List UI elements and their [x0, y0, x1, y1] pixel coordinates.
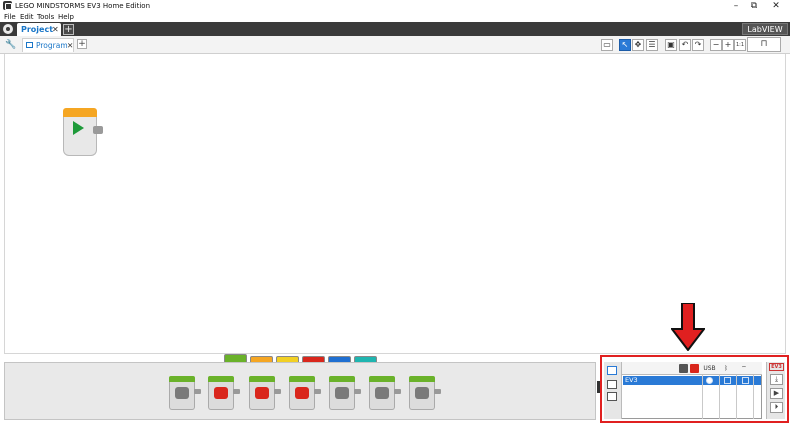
move-tank-icon — [295, 387, 309, 399]
window-title: LEGO MINDSTORMS EV3 Home Edition — [15, 2, 151, 10]
menu-bar: File Edit Tools Help — [0, 12, 790, 22]
palette-block-sound[interactable] — [369, 376, 401, 410]
minimize-button[interactable]: – — [726, 0, 746, 12]
program-tab-label: Program — [36, 41, 68, 50]
project-bar: Project ✕ + — [0, 22, 790, 36]
close-project-icon[interactable]: ✕ — [52, 23, 59, 36]
menu-edit[interactable]: Edit — [20, 12, 34, 22]
gear-icon[interactable] — [3, 24, 13, 34]
start-block[interactable] — [63, 108, 103, 156]
title-bar: LEGO MINDSTORMS EV3 Home Edition – ⧉ ✕ — [0, 0, 790, 12]
redo-icon[interactable]: ↷ — [692, 39, 704, 51]
start-block-header — [63, 108, 97, 117]
app-icon — [3, 1, 12, 10]
undo-icon[interactable]: ↶ — [679, 39, 691, 51]
palette-block-medium-motor[interactable] — [169, 376, 201, 410]
medium-motor-icon — [175, 387, 189, 399]
palette-block-move-steering[interactable] — [249, 376, 281, 410]
program-icon — [26, 42, 33, 48]
content-editor-icon[interactable]: ⊓ — [747, 37, 781, 52]
add-program-button[interactable]: + — [77, 39, 87, 49]
close-window-button[interactable]: ✕ — [766, 0, 786, 12]
close-program-icon[interactable]: ✕ — [67, 39, 73, 53]
move-steering-icon — [255, 387, 269, 399]
display-icon — [335, 387, 349, 399]
programming-canvas[interactable] — [4, 54, 786, 354]
tab-program[interactable]: Program ✕ — [22, 38, 74, 52]
red-arrow-annotation — [671, 303, 705, 351]
sequence-plug-icon[interactable] — [93, 126, 103, 134]
hardware-page-highlight — [600, 355, 789, 423]
tab-project[interactable]: Project ✕ — [17, 23, 61, 36]
zoom-reset-button[interactable]: 1:1 — [734, 39, 746, 51]
add-project-button[interactable]: + — [63, 24, 74, 35]
project-tab-label: Project — [21, 25, 54, 34]
save-icon[interactable]: ▣ — [665, 39, 677, 51]
menu-tools[interactable]: Tools — [37, 12, 54, 22]
brick-status-light-icon — [415, 387, 429, 399]
labview-logo: LabVIEW — [742, 23, 788, 35]
play-icon — [73, 121, 84, 135]
pan-icon[interactable]: ✥ — [632, 39, 644, 51]
palette-block-large-motor[interactable] — [208, 376, 240, 410]
palette-block-brick-status-light[interactable] — [409, 376, 441, 410]
palette-block-display[interactable] — [329, 376, 361, 410]
program-toolbar: 🔧 Program ✕ + ▭ ↖ ✥ ☰ ▣ ↶ ↷ − + 1:1 ⊓ — [0, 36, 790, 54]
palette-block-move-tank[interactable] — [289, 376, 321, 410]
comment-block-icon[interactable]: ☰ — [646, 39, 658, 51]
zoom-in-icon[interactable]: + — [722, 39, 734, 51]
comment-icon[interactable]: ▭ — [601, 39, 613, 51]
block-palette — [4, 362, 596, 420]
wrench-icon[interactable]: 🔧 — [5, 39, 17, 51]
menu-help[interactable]: Help — [58, 12, 74, 22]
sound-icon — [375, 387, 389, 399]
zoom-out-icon[interactable]: − — [710, 39, 722, 51]
menu-file[interactable]: File — [4, 12, 16, 22]
large-motor-icon — [214, 387, 228, 399]
maximize-button[interactable]: ⧉ — [744, 0, 764, 12]
select-icon[interactable]: ↖ — [619, 39, 631, 51]
